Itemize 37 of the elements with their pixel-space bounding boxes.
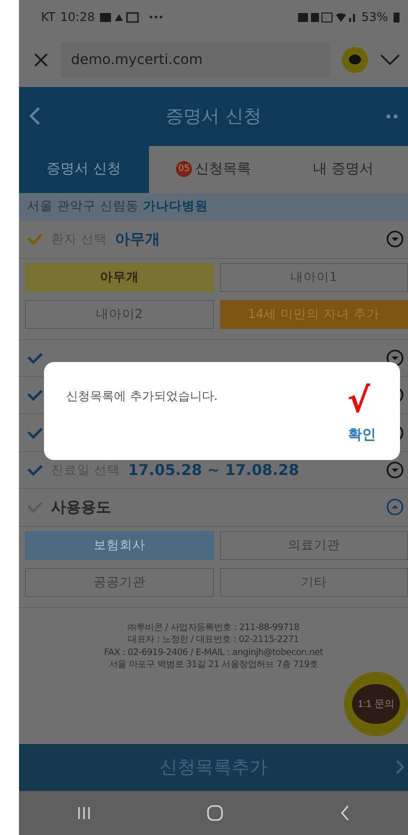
back-icon[interactable] <box>29 107 41 126</box>
expand-icon[interactable] <box>386 348 404 367</box>
check-mark: √ <box>347 384 370 418</box>
more-icon <box>148 15 163 20</box>
confirm-button[interactable]: 확인 <box>348 426 376 444</box>
check-icon <box>27 426 43 439</box>
header-title: 증명서 신청 <box>166 105 262 128</box>
hospital-location: 서울 관악구 신림동 가나다병원 <box>19 192 408 222</box>
home-icon[interactable] <box>207 804 224 821</box>
section-value: 아무개 <box>114 230 160 249</box>
battery-text: 53% <box>361 10 388 24</box>
chevron-right-icon <box>396 760 404 774</box>
chevron-down-icon[interactable] <box>380 54 400 66</box>
signal-icons <box>298 11 356 24</box>
battery-icon <box>393 11 400 24</box>
company-info: ㈜투비콘 / 사업자등록번호 : 211-88-99718 대표자 : 노정한 / 대표번호 : 02-2115-2271 FAX : 02-6919-2406 / E-MAIL : anginjh@tobecon.net 서울 마포구 백범로 31길 21 서울창업허브 7층 719호 <box>104 622 323 672</box>
chat-app-icon[interactable] <box>342 47 368 74</box>
more-icon[interactable] <box>386 114 398 119</box>
option-button[interactable]: 보험회사 <box>25 530 214 560</box>
dialog-message: 신청목록에 추가되었습니다. <box>66 388 218 405</box>
tab[interactable]: 증명서 신청 <box>19 146 149 193</box>
check-icon <box>27 464 43 476</box>
section-title: 사용용도 <box>51 498 111 517</box>
collapse-icon[interactable] <box>386 498 404 516</box>
section-row[interactable]: 사용용도 <box>19 489 408 527</box>
option-button[interactable]: 아무개 <box>25 262 214 292</box>
check-icon <box>27 352 43 364</box>
section-value: 17.05.28 ~ 17.08.28 <box>128 461 300 479</box>
clock-text: 10:28 <box>60 10 95 24</box>
chat-button[interactable]: 1:1 문의 <box>344 672 408 736</box>
carrier-text: KT <box>41 10 56 24</box>
url-field[interactable]: demo.mycerti.com <box>61 42 330 78</box>
check-icon <box>27 389 43 402</box>
check-icon <box>27 233 43 246</box>
close-icon[interactable] <box>33 52 49 68</box>
recent-apps-icon[interactable] <box>77 806 92 820</box>
count-badge: 05 <box>176 161 192 178</box>
